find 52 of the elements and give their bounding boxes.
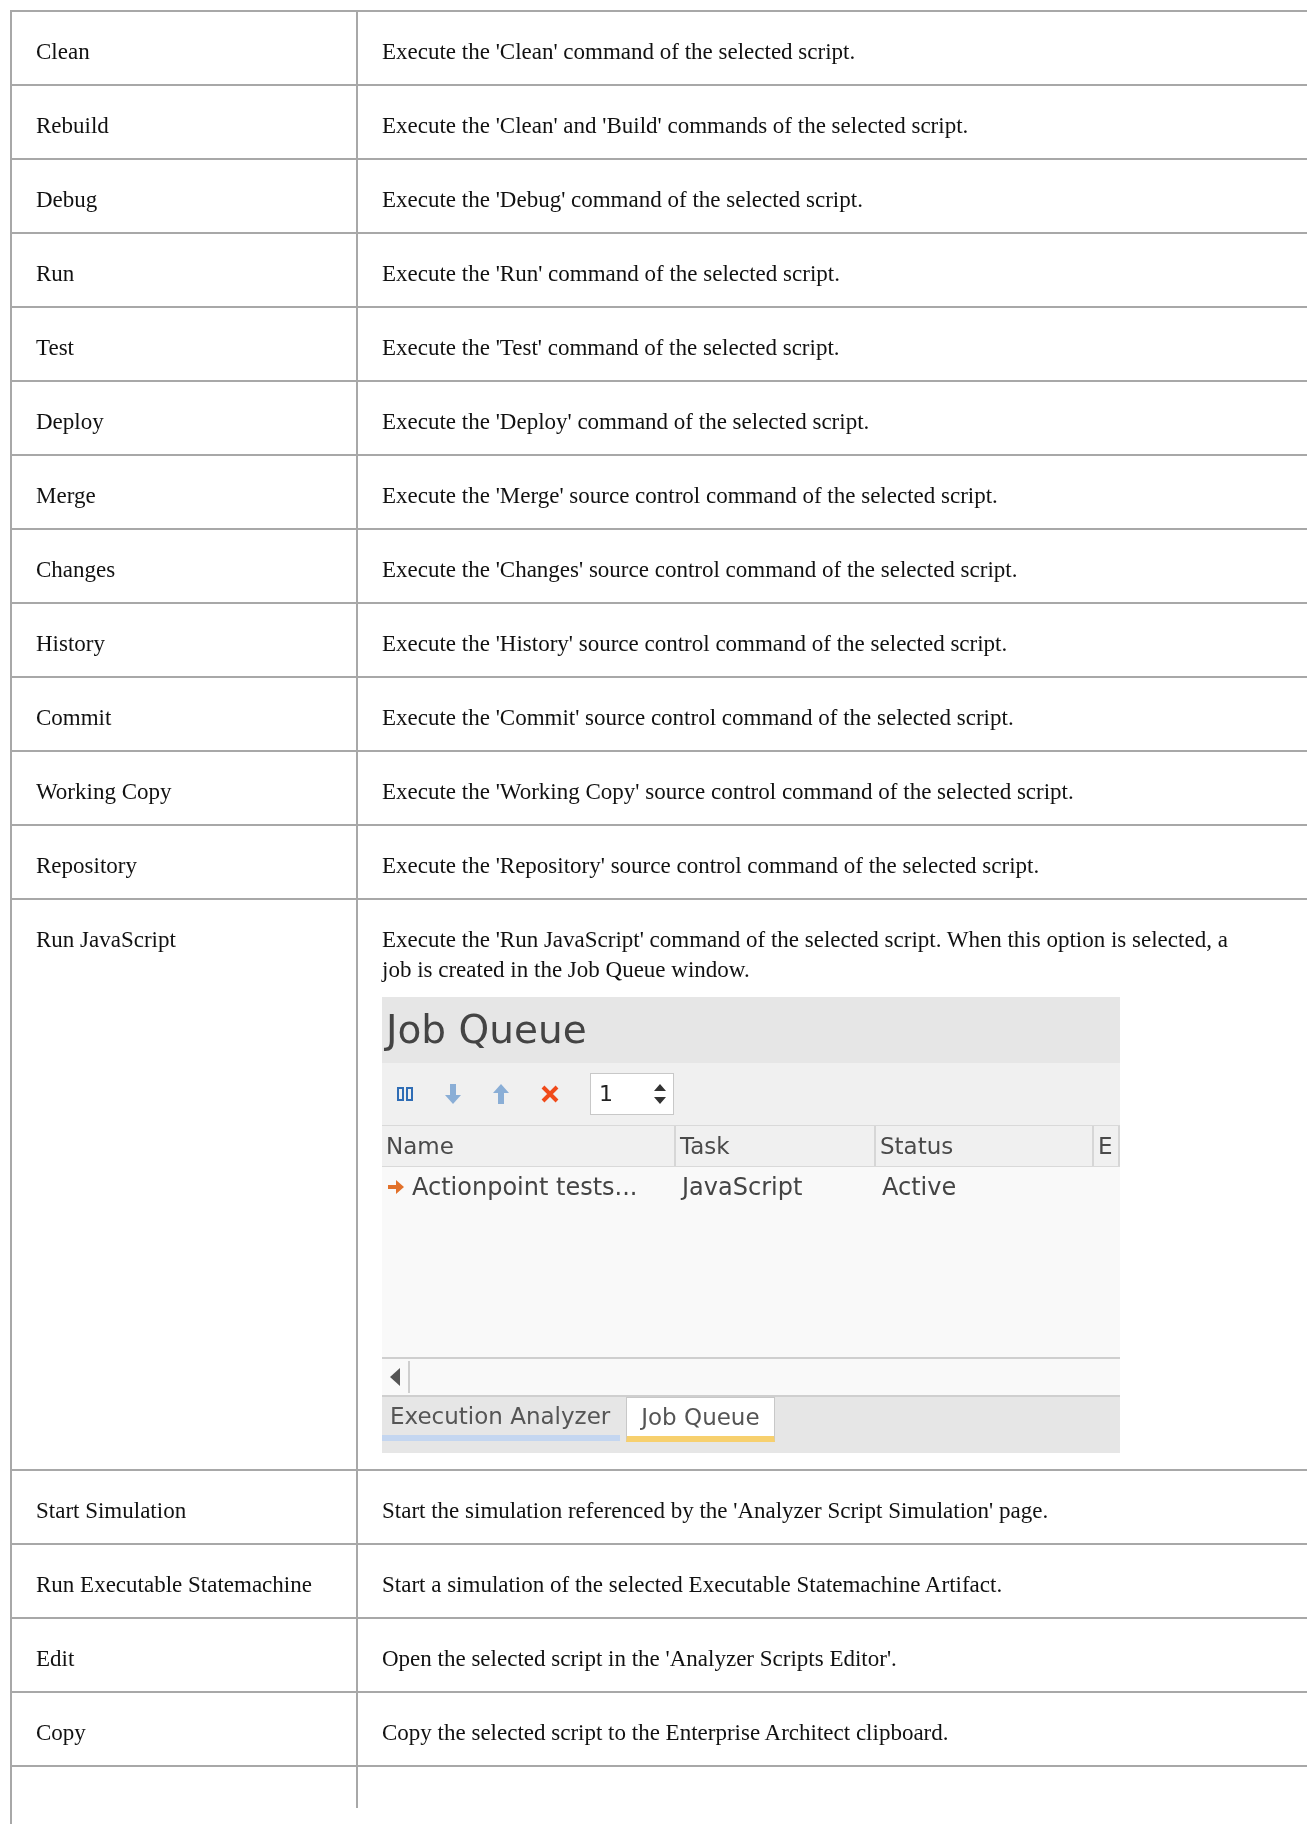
command-name: Changes (36, 557, 116, 582)
description-text: Start a simulation of the selected Executable Statemachine Artifact. (382, 1571, 1004, 1599)
description-text: Copy the selected script to the Enterprise Architect clipboard. (382, 1719, 950, 1747)
spin-field[interactable]: 1 (590, 1073, 674, 1115)
description-text: Execute the 'Run' command of the selected script. (382, 260, 841, 288)
description-text: Execute the 'Run JavaScript' command of the selected script. When this option is selected, a job is created in the Job Queue window. (382, 926, 1229, 984)
command-name: Deploy (36, 409, 104, 434)
description-text: Execute the 'Working Copy' source control command of the selected script. (382, 778, 1075, 806)
column-header[interactable]: E (1094, 1126, 1120, 1166)
job-task: JavaScript (679, 1172, 804, 1202)
command-name: Debug (36, 187, 98, 212)
description-text: Execute the 'Commit' source control command of the selected script. (382, 704, 1015, 732)
close-icon[interactable] (540, 1084, 560, 1104)
description-text: Execute the 'Clean' and 'Build' commands of the selected script. (382, 112, 970, 140)
pause-icon[interactable] (396, 1085, 414, 1103)
description-text: Execute the 'Repository' source control command of the selected script. (382, 852, 1041, 880)
command-name: Start Simulation (36, 1498, 187, 1523)
job-status: Active (881, 1172, 958, 1202)
command-name: Edit (36, 1646, 75, 1671)
job-name: Actionpoint tests... (412, 1172, 638, 1202)
description-text: Start the simulation referenced by the 'Analyzer Script Simulation' page. (382, 1497, 1050, 1525)
arrow-icon (388, 1180, 404, 1194)
column-header[interactable]: Task (676, 1126, 876, 1166)
description-text: Execute the 'Clean' command of the selected script. (382, 38, 857, 66)
command-name: Clean (36, 39, 90, 64)
horizontal-scrollbar[interactable] (382, 1357, 1120, 1397)
command-name: Run JavaScript (36, 927, 176, 952)
column-header[interactable]: Name (382, 1126, 676, 1166)
command-name: Rebuild (36, 113, 109, 138)
down-arrow-icon[interactable] (444, 1083, 462, 1105)
command-name: Repository (36, 853, 137, 878)
description-text: Execute the 'Changes' source control command of the selected script. (382, 556, 1019, 584)
command-name: Merge (36, 483, 96, 508)
tab[interactable]: Job Queue (626, 1397, 775, 1442)
column-header[interactable]: Status (876, 1126, 1094, 1166)
description-text: Execute the 'Test' command of the selected script. (382, 334, 841, 362)
left-arrow-icon[interactable] (390, 1368, 400, 1386)
command-name: Working Copy (36, 779, 172, 804)
command-name: Run Executable Statemachine (36, 1572, 312, 1597)
up-arrow-icon[interactable] (492, 1083, 510, 1105)
description-text: Execute the 'Debug' command of the selected script. (382, 186, 864, 214)
description-text: Execute the 'Merge' source control command of the selected script. (382, 482, 999, 510)
command-name: History (36, 631, 105, 656)
command-name: Copy (36, 1720, 86, 1745)
command-name: Test (36, 335, 74, 360)
command-name: Commit (36, 705, 112, 730)
description-text: Execute the 'Deploy' command of the selected script. (382, 408, 871, 436)
description-text: Execute the 'History' source control command of the selected script. (382, 630, 1009, 658)
window-title: Job Queue (383, 1007, 587, 1053)
description-text: Open the selected script in the 'Analyzer Scripts Editor'. (382, 1645, 898, 1673)
command-name: Run (36, 261, 75, 286)
tab[interactable]: Execution Analyzer (382, 1397, 621, 1441)
